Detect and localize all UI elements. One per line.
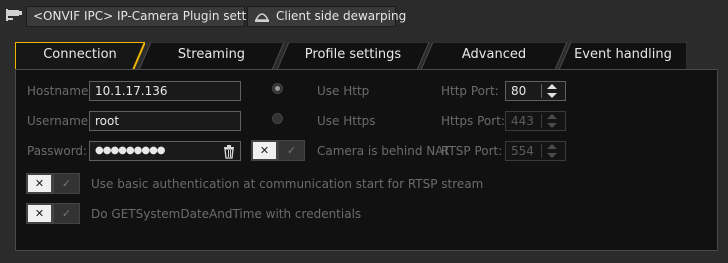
hostname-field[interactable]: 10.1.17.136 (89, 81, 241, 101)
client-dewarping-button[interactable]: Client side dewarping (247, 6, 406, 27)
tab-profile-settings-label: Profile settings (304, 47, 402, 62)
nat-false-icon: ✕ (251, 140, 278, 161)
getdatetime-true-icon: ✓ (53, 203, 80, 224)
use-http-radio[interactable] (272, 83, 283, 94)
tab-advanced[interactable]: Advanced (421, 42, 567, 70)
username-label: Username: (27, 114, 93, 128)
nat-checkbox[interactable]: ✕ ✓ (251, 140, 305, 161)
http-port-spinner-icon[interactable] (541, 81, 563, 101)
https-port-label: Https Port: (441, 114, 505, 128)
tab-streaming-label: Streaming (177, 47, 246, 62)
tab-streaming[interactable]: Streaming (139, 42, 284, 70)
password-value: ●●●●●●●●● (95, 145, 166, 156)
tab-event-handling-label: Event handling (574, 47, 672, 62)
getdatetime-checkbox[interactable]: ✕ ✓ (26, 203, 80, 224)
http-port-label: Http Port: (441, 84, 499, 98)
getdatetime-false-icon: ✕ (26, 203, 53, 224)
tab-event-handling[interactable]: Event handling (559, 42, 687, 70)
use-https-label: Use Https (317, 114, 376, 128)
basic-auth-true-icon: ✓ (53, 173, 80, 194)
use-http-label: Use Http (317, 84, 370, 98)
rtsp-port-spinner-icon (541, 144, 557, 158)
password-label: Password: (27, 144, 88, 158)
plugin-settings-label: <ONVIF IPC> IP-Camera Plugin settings (33, 9, 272, 23)
password-field[interactable]: ●●●●●●●●● (89, 141, 241, 161)
tab-profile-settings[interactable]: Profile settings (277, 42, 429, 70)
plugin-settings-button[interactable]: <ONVIF IPC> IP-Camera Plugin settings (26, 6, 271, 27)
settings-tabs: Connection Streaming Profile settings Ad… (15, 42, 718, 70)
tab-connection[interactable]: Connection (15, 42, 145, 70)
https-port-value: 443 (511, 114, 534, 128)
use-https-radio[interactable] (272, 113, 283, 124)
camera-plugin-icon (6, 9, 22, 21)
dewarping-icon (254, 13, 270, 22)
trash-icon[interactable] (222, 144, 236, 159)
top-toolbar: <ONVIF IPC> IP-Camera Plugin settings Cl… (0, 0, 728, 34)
nat-label: Camera is behind NAT (317, 144, 450, 158)
getdatetime-label: Do GETSystemDateAndTime with credentials (91, 207, 362, 221)
client-dewarping-label: Client side dewarping (276, 9, 407, 23)
tab-advanced-label: Advanced (461, 47, 527, 62)
http-port-value: 80 (511, 84, 527, 98)
nat-true-icon: ✓ (278, 140, 305, 161)
https-port-spinner-icon (541, 114, 557, 128)
basic-auth-false-icon: ✕ (26, 173, 53, 194)
rtsp-port-value: 554 (511, 144, 534, 158)
rtsp-port-label: RTSP Port: (441, 144, 503, 158)
basic-auth-checkbox[interactable]: ✕ ✓ (26, 173, 80, 194)
tab-connection-label: Connection (43, 47, 117, 62)
basic-auth-label: Use basic authentication at communicatio… (91, 177, 484, 191)
username-field[interactable]: root (89, 111, 241, 131)
hostname-label: Hostname: (27, 84, 93, 98)
